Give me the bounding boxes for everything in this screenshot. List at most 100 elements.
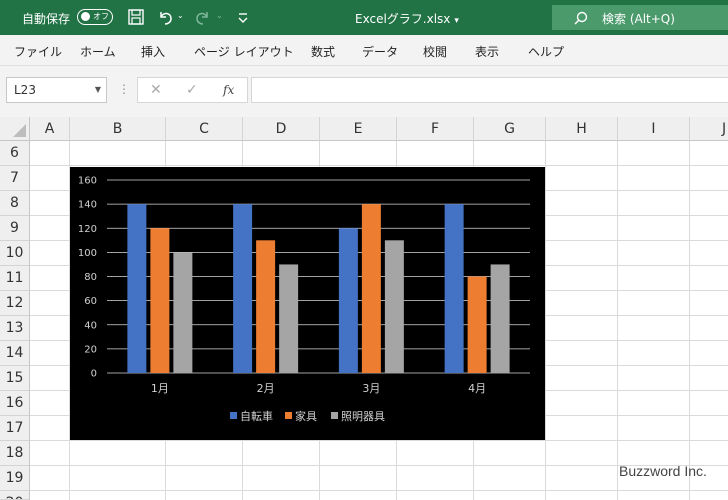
bar-2-1 bbox=[150, 228, 170, 373]
row-header-10[interactable]: 10 bbox=[0, 241, 30, 266]
file-title[interactable]: Excelグラフ.xlsx ▾ bbox=[355, 10, 459, 27]
bar-1-1 bbox=[127, 204, 147, 373]
row-header-19[interactable]: 19 bbox=[0, 466, 30, 491]
file-title-text: Excelグラフ.xlsx bbox=[355, 12, 451, 26]
row-header-16[interactable]: 16 bbox=[0, 391, 30, 416]
column-header-a[interactable]: A bbox=[30, 117, 70, 141]
bar-1-3 bbox=[338, 228, 358, 373]
legend-swatch bbox=[285, 412, 292, 419]
legend-swatch bbox=[230, 412, 237, 419]
column-header-h[interactable]: H bbox=[546, 117, 618, 141]
row-header-7[interactable]: 7 bbox=[0, 166, 30, 191]
bar-2-2 bbox=[256, 240, 276, 373]
title-bar: 自動保存 オフ ⌄ ⌄ Excelグラフ.xlsx ▾ 検索 (Alt+Q) bbox=[0, 0, 728, 35]
gridline bbox=[30, 440, 728, 441]
toggle-knob bbox=[81, 12, 90, 21]
row-header-18[interactable]: 18 bbox=[0, 441, 30, 466]
tab-page-layout[interactable]: ページ レイアウト bbox=[194, 43, 294, 60]
bar-3-4 bbox=[490, 264, 510, 373]
name-box[interactable]: L23 ▼ bbox=[6, 77, 107, 103]
gridline bbox=[545, 141, 546, 500]
resize-handle-icon[interactable]: ⋮ bbox=[118, 82, 130, 96]
save-icon[interactable] bbox=[127, 8, 145, 26]
y-tick-label: 120 bbox=[78, 224, 97, 235]
tab-data[interactable]: データ bbox=[362, 43, 398, 60]
insert-function-icon[interactable]: fx bbox=[223, 83, 234, 97]
chevron-down-icon[interactable]: ▼ bbox=[95, 85, 101, 94]
bar-3-1 bbox=[173, 252, 193, 373]
tab-file[interactable]: ファイル bbox=[14, 43, 62, 60]
formula-buttons: ✕ ✓ fx bbox=[137, 77, 248, 103]
legend-label: 照明器具 bbox=[341, 410, 385, 423]
y-tick-label: 0 bbox=[91, 369, 97, 380]
x-tick-label: 4月 bbox=[468, 382, 486, 395]
column-header-i[interactable]: I bbox=[618, 117, 690, 141]
legend-label: 家具 bbox=[295, 409, 317, 423]
bar-2-3 bbox=[361, 204, 381, 373]
column-header-d[interactable]: D bbox=[243, 117, 320, 141]
column-header-g[interactable]: G bbox=[474, 117, 546, 141]
row-header-11[interactable]: 11 bbox=[0, 266, 30, 291]
column-header-j[interactable]: J bbox=[690, 117, 728, 141]
x-tick-label: 2月 bbox=[257, 382, 275, 395]
legend-label: 自転車 bbox=[240, 409, 273, 423]
search-label: 検索 (Alt+Q) bbox=[602, 12, 675, 26]
row-header-15[interactable]: 15 bbox=[0, 366, 30, 391]
redo-icon[interactable] bbox=[194, 8, 212, 26]
bar-2-4 bbox=[467, 276, 487, 373]
row-header-6[interactable]: 6 bbox=[0, 141, 30, 166]
customize-toolbar-icon[interactable] bbox=[234, 8, 252, 26]
bar-1-4 bbox=[444, 204, 464, 373]
tab-insert[interactable]: 挿入 bbox=[141, 43, 165, 60]
column-header-b[interactable]: B bbox=[70, 117, 166, 141]
y-tick-label: 160 bbox=[78, 176, 97, 187]
autosave-state: オフ bbox=[93, 12, 109, 21]
chevron-down-icon: ▾ bbox=[454, 16, 459, 26]
bar-1-2 bbox=[233, 204, 253, 373]
formula-input[interactable] bbox=[251, 77, 728, 103]
watermark: Buzzword Inc. bbox=[619, 463, 707, 479]
y-tick-label: 60 bbox=[84, 296, 97, 307]
y-tick-label: 100 bbox=[78, 248, 97, 259]
x-tick-label: 1月 bbox=[151, 382, 169, 395]
x-tick-label: 3月 bbox=[362, 382, 380, 395]
search-icon bbox=[574, 11, 588, 25]
bar-chart[interactable]: 0 20 40 60 80 100 120 140 160 1月 2月 3月 4月 自転車 家具 照明器具 bbox=[70, 167, 545, 440]
tab-view[interactable]: 表示 bbox=[475, 43, 499, 60]
chart-canvas: 0 20 40 60 80 100 120 140 160 1月 2月 3月 4月自転車 家具 照明器具 bbox=[78, 176, 530, 423]
bar-3-2 bbox=[279, 264, 299, 373]
ribbon-tabs: ファイル ホーム 挿入 ページ レイアウト 数式 データ 校閲 表示 ヘルプ bbox=[0, 35, 728, 66]
cancel-icon[interactable]: ✕ bbox=[150, 82, 162, 98]
undo-icon[interactable] bbox=[156, 8, 174, 26]
row-header-20[interactable]: 20 bbox=[0, 491, 30, 500]
tab-review[interactable]: 校閲 bbox=[423, 43, 447, 60]
row-header-14[interactable]: 14 bbox=[0, 341, 30, 366]
row-header-13[interactable]: 13 bbox=[0, 316, 30, 341]
column-header-e[interactable]: E bbox=[320, 117, 397, 141]
column-header-f[interactable]: F bbox=[397, 117, 474, 141]
tab-formulas[interactable]: 数式 bbox=[311, 43, 335, 60]
row-header-9[interactable]: 9 bbox=[0, 216, 30, 241]
name-box-value: L23 bbox=[14, 83, 36, 97]
autosave-label: 自動保存 bbox=[22, 12, 71, 26]
y-tick-label: 140 bbox=[78, 200, 97, 211]
bar-3-3 bbox=[384, 240, 404, 373]
tab-home[interactable]: ホーム bbox=[80, 43, 116, 60]
row-header-8[interactable]: 8 bbox=[0, 191, 30, 216]
y-tick-label: 20 bbox=[84, 344, 97, 355]
autosave-toggle[interactable]: オフ bbox=[77, 9, 113, 25]
gridline bbox=[30, 165, 728, 166]
formula-bar: L23 ▼ ⋮ ✕ ✓ fx bbox=[0, 66, 728, 117]
redo-dropdown-icon[interactable]: ⌄ bbox=[216, 11, 223, 20]
row-header-12[interactable]: 12 bbox=[0, 291, 30, 316]
tab-help[interactable]: ヘルプ bbox=[528, 43, 564, 60]
select-all-button[interactable] bbox=[0, 117, 30, 141]
gridline bbox=[30, 490, 728, 491]
gridline bbox=[617, 141, 618, 500]
search-box[interactable]: 検索 (Alt+Q) bbox=[552, 5, 728, 30]
enter-icon[interactable]: ✓ bbox=[186, 82, 198, 98]
row-header-17[interactable]: 17 bbox=[0, 416, 30, 441]
undo-dropdown-icon[interactable]: ⌄ bbox=[177, 11, 184, 20]
column-header-c[interactable]: C bbox=[166, 117, 243, 141]
gridline bbox=[689, 141, 690, 500]
